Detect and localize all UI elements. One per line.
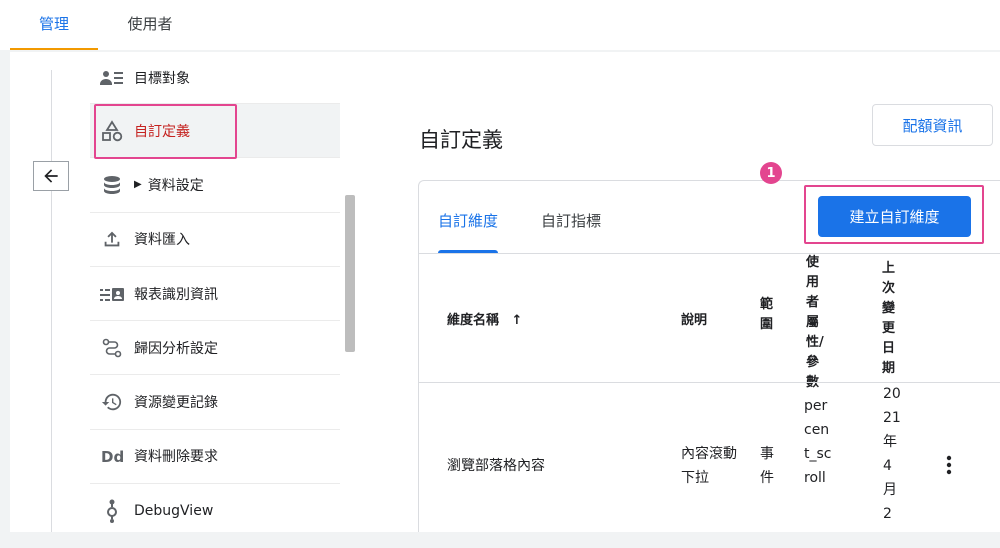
history-icon [90, 391, 134, 413]
tab-user[interactable]: 使用者 [110, 0, 190, 50]
tab-divider [419, 253, 1000, 254]
sidebar-item-label: 歸因分析設定 [134, 340, 218, 357]
sidebar-item-label: 自訂定義 [134, 123, 190, 140]
sidebar-item-change-history[interactable]: 資源變更記錄 [90, 375, 340, 430]
database-icon [90, 174, 134, 196]
header-divider [419, 382, 1000, 383]
sidebar-item-label: DebugView [134, 502, 214, 519]
shapes-icon [90, 119, 134, 142]
create-custom-dimension-button[interactable]: 建立自訂維度 [818, 196, 971, 237]
column-header-scope: 範圍 [760, 297, 774, 332]
column-header-last-changed: 上次變更日期 [882, 261, 896, 376]
tab-custom-dimensions[interactable]: 自訂維度 [438, 181, 499, 253]
sidebar-item-attribution[interactable]: 歸因分析設定 [90, 321, 340, 376]
svg-text:Dd: Dd [101, 448, 124, 465]
main-content: 自訂定義 配額資訊 自訂維度 自訂指標 建立自訂維度 維度名稱 ↑ 說明 範圍 … [355, 52, 1000, 532]
sidebar-item-debugview[interactable]: DebugView [90, 484, 340, 532]
column-header-label: 維度名稱 [447, 313, 500, 328]
reporting-identity-icon [90, 285, 134, 303]
sidebar-item-reporting-identity[interactable]: 報表識別資訊 [90, 267, 340, 322]
tab-admin[interactable]: 管理 [10, 0, 98, 50]
quota-info-button[interactable]: 配額資訊 [872, 104, 993, 146]
arrow-left-icon [44, 169, 58, 183]
sidebar-scrollbar[interactable] [345, 195, 355, 352]
attribution-icon [90, 337, 134, 359]
sidebar-item-data-deletion[interactable]: Dd 資料刪除要求 [90, 430, 340, 485]
audience-icon [90, 69, 134, 87]
column-header-name[interactable]: 維度名稱 ↑ [447, 309, 522, 328]
top-tab-bar: 管理 使用者 [0, 0, 1000, 50]
sidebar-item-data-settings[interactable]: ▶ 資料設定 [90, 158, 340, 213]
back-button[interactable] [33, 161, 69, 191]
page-title: 自訂定義 [419, 128, 503, 152]
column-header-description: 說明 [681, 313, 708, 328]
sidebar-item-audiences[interactable]: 目標對象 [90, 52, 340, 104]
sidebar-item-label: 目標對象 [134, 70, 190, 87]
row-more-menu-icon[interactable] [937, 453, 961, 477]
sidebar-divider [51, 70, 52, 532]
cell-dimension-name: 瀏覽部落格內容 [447, 458, 545, 474]
sidebar-item-label: 資源變更記錄 [134, 395, 218, 412]
sidebar-item-label: 資料設定 [147, 177, 204, 194]
cell-scope: 事件 [760, 446, 774, 486]
sidebar-item-label: 資料匯入 [134, 232, 190, 249]
upload-icon [90, 228, 134, 250]
admin-sidebar: 目標對象 自訂定義 ▶ 資料設定 資料匯入 報表識別資訊 歸因分析設定 資源變更… [10, 52, 355, 532]
sidebar-item-custom-definitions[interactable]: 自訂定義 [90, 104, 340, 159]
column-header-param: 使用者屬性/參數 [806, 255, 824, 390]
debug-icon [90, 498, 134, 524]
tab-custom-metrics[interactable]: 自訂指標 [541, 181, 601, 253]
sidebar-item-data-import[interactable]: 資料匯入 [90, 213, 340, 267]
custom-definitions-card: 自訂維度 自訂指標 建立自訂維度 維度名稱 ↑ 說明 範圍 使用者屬性/參數 上… [418, 180, 1000, 532]
cell-description: 內容滾動下拉 [681, 446, 737, 486]
expand-caret-icon[interactable]: ▶ [134, 179, 142, 190]
sort-ascending-icon: ↑ [511, 313, 523, 328]
cell-param: percent_scroll [804, 398, 832, 486]
sidebar-item-label: 資料刪除要求 [134, 449, 218, 466]
cell-last-changed: 2021年4月2 [883, 386, 901, 522]
data-deletion-icon: Dd [90, 447, 134, 465]
step-number-badge: 1 [760, 162, 782, 184]
sidebar-item-label: 報表識別資訊 [134, 286, 218, 303]
sidebar-nav: 目標對象 自訂定義 ▶ 資料設定 資料匯入 報表識別資訊 歸因分析設定 資源變更… [90, 52, 340, 532]
